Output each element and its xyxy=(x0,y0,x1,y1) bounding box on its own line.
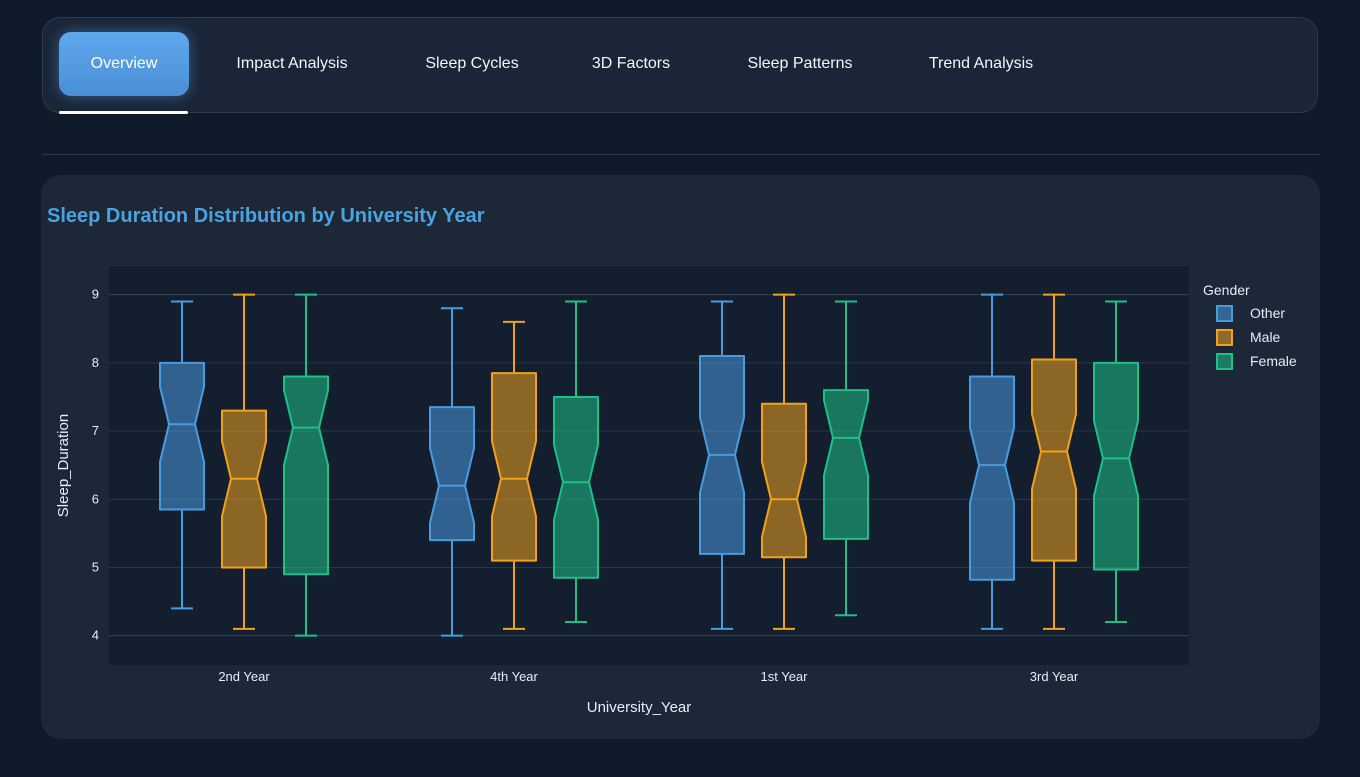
y-tick-label: 7 xyxy=(92,423,99,438)
tab-trend-analysis[interactable]: Trend Analysis xyxy=(919,32,1043,96)
legend-swatch-male xyxy=(1216,329,1233,346)
plot-background xyxy=(109,266,1189,665)
x-tick-label: 2nd Year xyxy=(218,669,270,684)
tab-overview[interactable]: Overview xyxy=(59,32,189,96)
legend-swatch-female xyxy=(1216,353,1233,370)
tab-sleep-patterns[interactable]: Sleep Patterns xyxy=(737,32,863,96)
box-body xyxy=(761,402,807,559)
tab-sleep-cycles[interactable]: Sleep Cycles xyxy=(413,32,531,96)
legend-label-female: Female xyxy=(1250,353,1297,369)
box-body xyxy=(159,361,205,511)
box-body xyxy=(491,372,537,562)
x-tick-label: 3rd Year xyxy=(1030,669,1079,684)
y-tick-label: 6 xyxy=(92,491,99,506)
x-tick-label: 1st Year xyxy=(761,669,809,684)
box-plot-chart: 4 5 6 7 8 9 2nd Year 4th Year 1st Year 3rd Year Un… xyxy=(55,266,1297,716)
y-tick-label: 5 xyxy=(92,559,99,574)
active-tab-underline xyxy=(59,111,188,114)
legend-swatch-other xyxy=(1216,305,1233,322)
box-body xyxy=(221,409,267,569)
tab-3d-factors[interactable]: 3D Factors xyxy=(583,32,679,96)
y-tick-label: 9 xyxy=(92,287,99,302)
x-tick-label: 4th Year xyxy=(490,669,538,684)
box-body xyxy=(283,375,329,576)
section-divider xyxy=(42,154,1320,155)
legend-label-other: Other xyxy=(1250,305,1285,321)
x-axis-title: University_Year xyxy=(587,699,692,716)
chart-card: Sleep Duration Distribution by Universit… xyxy=(41,175,1320,739)
box-body xyxy=(1031,358,1077,562)
tab-impact-analysis[interactable]: Impact Analysis xyxy=(223,32,361,96)
y-tick-label: 4 xyxy=(92,628,99,643)
y-axis-title: Sleep_Duration xyxy=(55,414,72,517)
box-body xyxy=(1093,361,1139,571)
legend-title: Gender xyxy=(1203,282,1250,298)
box-body xyxy=(969,375,1015,581)
box-body xyxy=(429,406,475,542)
legend: GenderOther Male Female xyxy=(1203,282,1297,370)
legend-label-male: Male xyxy=(1250,329,1281,345)
box-body xyxy=(823,389,869,540)
tab-bar: Overview Impact Analysis Sleep Cycles 3D… xyxy=(42,17,1318,114)
y-tick-label: 8 xyxy=(92,355,99,370)
